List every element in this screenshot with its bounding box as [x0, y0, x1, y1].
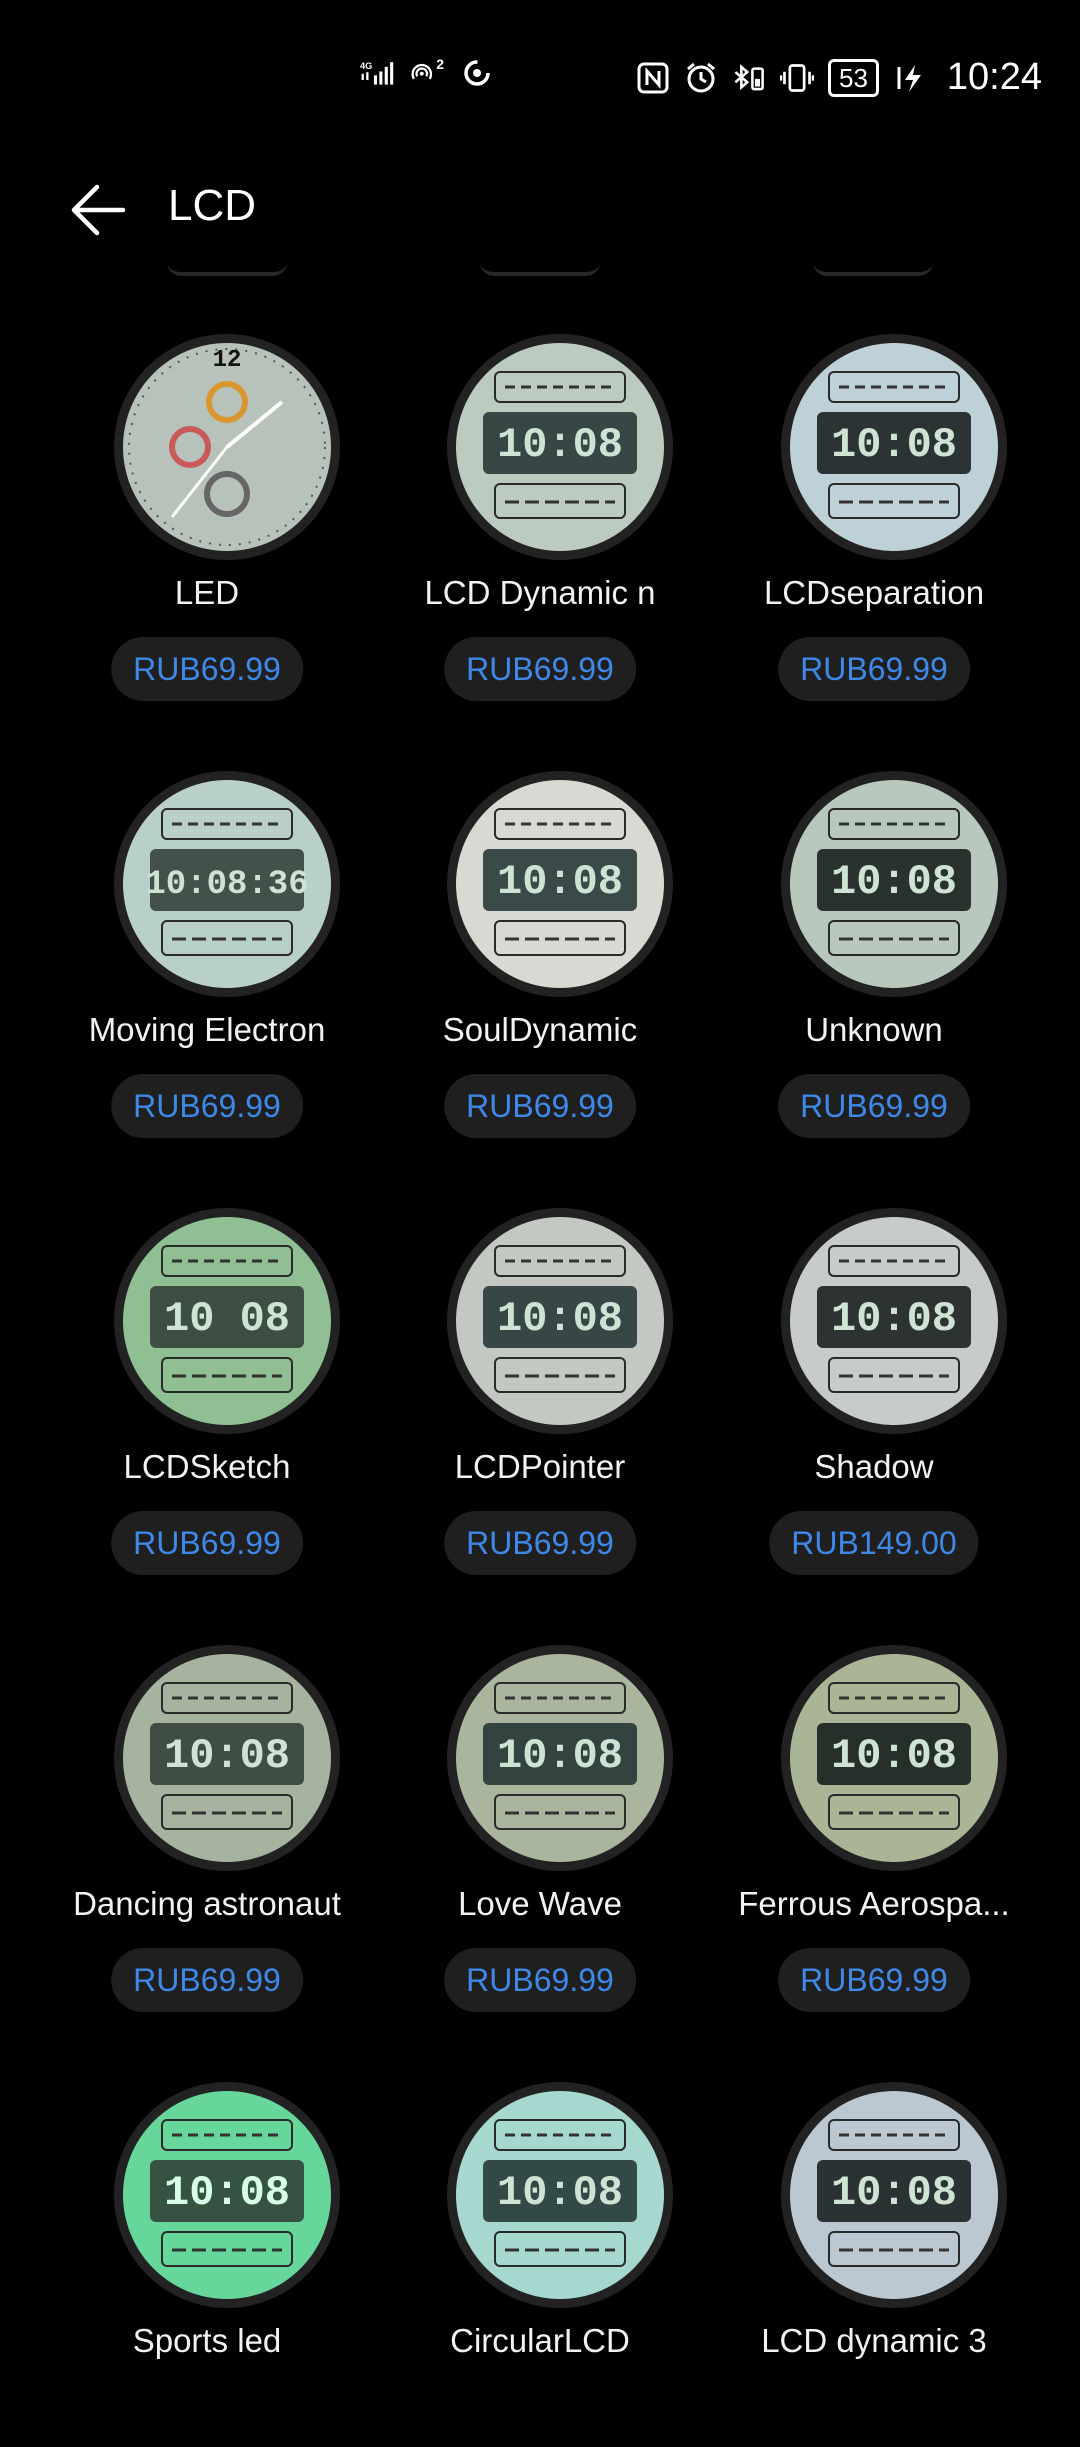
page-title: LCD — [168, 181, 257, 230]
price-button[interactable]: RUB69.99 — [444, 637, 636, 701]
price-button[interactable]: RUB69.99 — [111, 1511, 303, 1575]
watch-face-preview[interactable]: 10:08 — [112, 1643, 342, 1873]
watch-face-preview[interactable]: 10:08 — [779, 332, 1009, 562]
watch-face-name: Dancing astronaut — [73, 1885, 341, 1922]
bluetooth-battery-icon — [732, 61, 766, 95]
watch-face-preview[interactable]: 10:08:36 — [112, 769, 342, 999]
watch-face-card[interactable]: 12 LED RUB69.99 — [27, 262, 387, 701]
watch-face-name: LCDseparation — [763, 574, 985, 611]
mobile-signal-icon: 4G — [360, 56, 394, 90]
watch-face-card[interactable]: 10 08 LCDSketch RUB69.99 — [27, 1136, 387, 1575]
watch-face-preview[interactable]: 10:08 — [445, 1206, 675, 1436]
watch-face-preview[interactable]: 10 08 — [112, 1206, 342, 1436]
watch-face-card[interactable]: 10:08 Ferrous Aerospa... RUB69.99 — [694, 1573, 1054, 2012]
watch-face-name: Sports led — [132, 2322, 282, 2359]
watch-face-card[interactable]: 10:08 Unknown RUB69.99 — [694, 699, 1054, 1138]
watch-face-card[interactable]: 10:08 LCD dynamic 3 — [694, 2010, 1054, 2447]
watch-face-name: Shadow — [814, 1448, 934, 1485]
face-time-text: 10:08 — [831, 1732, 957, 1780]
price-button[interactable]: RUB69.99 — [778, 1074, 970, 1138]
price-button[interactable]: RUB69.99 — [444, 1511, 636, 1575]
watch-face-name: LCD Dynamic n — [424, 574, 656, 611]
watch-face-card[interactable]: 10:08 LCD Dynamic n RUB69.99 — [360, 262, 720, 701]
watch-face-name: LCDSketch — [123, 1448, 291, 1485]
watch-face-preview[interactable]: 10:08 — [445, 332, 675, 562]
face-time-text: 10:08 — [164, 2169, 290, 2217]
watch-face-name: LED — [174, 574, 240, 611]
status-left: 4G 2 — [360, 56, 494, 90]
watch-face-name: SoulDynamic — [442, 1011, 638, 1048]
hotspot-count: 2 — [436, 56, 444, 72]
watch-face-card[interactable]: 10:08 SoulDynamic RUB69.99 — [360, 699, 720, 1138]
watch-face-preview[interactable]: 10:08 — [779, 1206, 1009, 1436]
watch-face-preview[interactable]: 10:08 — [779, 2080, 1009, 2310]
price-button[interactable]: RUB69.99 — [111, 1948, 303, 2012]
price-button[interactable]: RUB69.99 — [111, 1074, 303, 1138]
face-time-text: 10:08 — [831, 421, 957, 469]
face-time-text: 10:08 — [164, 1732, 290, 1780]
watch-face-preview[interactable]: 10:08 — [445, 1643, 675, 1873]
face-time-text: 10:08 — [831, 2169, 957, 2217]
face-time-text: 10:08 — [497, 1732, 623, 1780]
watch-face-card[interactable]: 10:08 Love Wave RUB69.99 — [360, 1573, 720, 2012]
watch-face-name: LCDPointer — [454, 1448, 626, 1485]
price-button[interactable]: RUB69.99 — [111, 637, 303, 701]
watch-face-name: CircularLCD — [450, 2322, 630, 2359]
battery-indicator: 53 — [827, 58, 879, 97]
watch-face-card[interactable]: 10:08 CircularLCD — [360, 2010, 720, 2447]
nfc-icon — [636, 61, 670, 95]
status-time: 10:24 — [946, 56, 1042, 98]
alarm-icon — [684, 61, 718, 95]
app-header: LCD — [0, 150, 1080, 270]
watch-face-preview[interactable]: 12 — [112, 332, 342, 562]
sync-icon — [460, 56, 494, 90]
watch-face-preview[interactable]: 10:08 — [779, 1643, 1009, 1873]
watch-face-name: Love Wave — [458, 1885, 622, 1922]
status-bar: 4G 2 53 10:24 — [0, 0, 1080, 150]
status-right: 53 10:24 — [636, 56, 1042, 99]
back-button[interactable] — [58, 170, 138, 250]
face-time-text: 12 — [213, 347, 242, 374]
watch-face-card[interactable]: 10:08 LCDPointer RUB69.99 — [360, 1136, 720, 1575]
watch-face-preview[interactable]: 10:08 — [779, 769, 1009, 999]
face-time-text: 10:08 — [497, 858, 623, 906]
hotspot-icon: 2 — [410, 56, 444, 90]
face-time-text: 10:08 — [831, 858, 957, 906]
watch-face-card[interactable]: 10:08 Dancing astronaut RUB69.99 — [27, 1573, 387, 2012]
watch-face-card[interactable]: 10:08 Shadow RUB149.00 — [694, 1136, 1054, 1575]
watch-face-name: Moving Electron — [88, 1011, 326, 1048]
face-time-text: 10:08 — [497, 2169, 623, 2217]
price-button[interactable]: RUB69.99 — [778, 637, 970, 701]
watch-face-card[interactable]: 10:08 Sports led — [27, 2010, 387, 2447]
price-button[interactable]: RUB69.99 — [444, 1074, 636, 1138]
watch-face-card[interactable]: 10:08 LCDseparation RUB69.99 — [694, 262, 1054, 701]
watch-face-preview[interactable]: 10:08 — [445, 2080, 675, 2310]
face-time-text: 10:08 — [831, 1295, 957, 1343]
svg-text:4G: 4G — [360, 61, 372, 71]
back-arrow-icon — [71, 184, 126, 236]
face-time-text: 10:08 — [497, 1295, 623, 1343]
watch-face-preview[interactable]: 10:08 — [445, 769, 675, 999]
watch-face-name: LCD dynamic 3 — [761, 2322, 987, 2359]
face-time-text: 10:08 — [497, 421, 623, 469]
price-button[interactable]: RUB69.99 — [778, 1948, 970, 2012]
face-time-text: 10:08:36 — [145, 866, 308, 904]
vibrate-icon — [779, 61, 814, 95]
watch-face-name: Ferrous Aerospa... — [738, 1885, 1010, 1922]
watch-face-name: Unknown — [805, 1011, 943, 1048]
watch-face-card[interactable]: 10:08:36 Moving Electron RUB69.99 — [27, 699, 387, 1138]
price-button[interactable]: RUB149.00 — [769, 1511, 979, 1575]
charging-icon — [893, 61, 927, 95]
price-button[interactable]: RUB69.99 — [444, 1948, 636, 2012]
watch-face-preview[interactable]: 10:08 — [112, 2080, 342, 2310]
face-time-text: 10 08 — [164, 1295, 290, 1343]
